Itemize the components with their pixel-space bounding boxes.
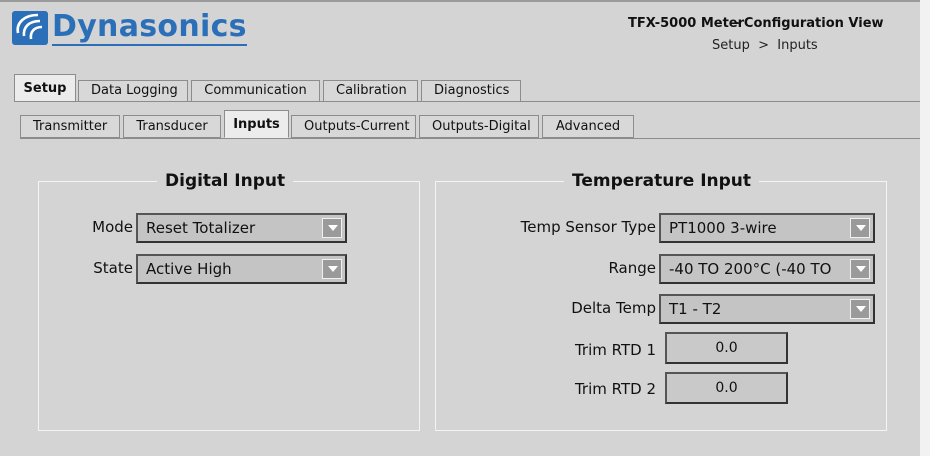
delta-temp-label: Delta Temp: [571, 299, 656, 317]
trim-rtd-2-label: Trim RTD 2: [574, 380, 656, 398]
tab-calibration[interactable]: Calibration: [323, 80, 418, 102]
tab-transducer[interactable]: Transducer: [123, 115, 221, 138]
tab-advanced[interactable]: Advanced: [542, 115, 634, 138]
chevron-down-icon[interactable]: [322, 259, 342, 279]
configuration-window: Dynasonics TFX-5000 Meter - Configuratio…: [0, 0, 930, 456]
tab-diagnostics[interactable]: Diagnostics: [421, 80, 521, 102]
sub-tab-bar: Transmitter Transducer Inputs Outputs-Cu…: [20, 110, 637, 138]
mode-dropdown[interactable]: Reset Totalizer: [136, 213, 347, 243]
wave-logo-icon: [12, 11, 48, 45]
tab-transmitter[interactable]: Transmitter: [20, 115, 120, 138]
delta-temp-value: T1 - T2: [669, 300, 722, 318]
mode-value: Reset Totalizer: [146, 219, 256, 237]
tab-data-logging[interactable]: Data Logging: [78, 80, 188, 102]
tab-inputs[interactable]: Inputs: [224, 110, 289, 138]
main-tab-divider: [14, 101, 920, 102]
trim-rtd-1-label: Trim RTD 1: [574, 341, 656, 359]
sub-tab-divider: [20, 138, 920, 139]
temperature-input-group: Temperature Input Temp Sensor Type PT100…: [435, 170, 887, 431]
temp-sensor-type-dropdown[interactable]: PT1000 3-wire: [659, 213, 875, 243]
mode-label: Mode: [92, 218, 133, 236]
main-tab-bar: Setup Data Logging Communication Calibra…: [14, 74, 524, 102]
window-top-border: [0, 0, 930, 2]
chevron-down-icon[interactable]: [322, 218, 342, 238]
chevron-down-icon[interactable]: [850, 218, 870, 238]
trim-rtd-1-input[interactable]: 0.0: [665, 332, 788, 364]
brand-name: Dynasonics: [52, 9, 247, 46]
breadcrumb: Setup > Inputs: [712, 38, 818, 53]
tab-outputs-digital[interactable]: Outputs-Digital: [419, 115, 539, 138]
tab-communication[interactable]: Communication: [191, 80, 320, 102]
temp-sensor-type-label: Temp Sensor Type: [520, 218, 656, 236]
state-label: State: [93, 259, 133, 277]
delta-temp-dropdown[interactable]: T1 - T2: [659, 294, 875, 324]
temperature-input-title: Temperature Input: [564, 170, 760, 192]
range-value: -40 TO 200°C (-40 TO: [669, 260, 832, 278]
range-dropdown[interactable]: -40 TO 200°C (-40 TO: [659, 254, 875, 284]
brand-logo: Dynasonics: [12, 10, 247, 46]
digital-input-title: Digital Input: [157, 170, 294, 192]
tab-outputs-current[interactable]: Outputs-Current: [291, 115, 416, 138]
trim-rtd-2-input[interactable]: 0.0: [665, 372, 788, 404]
meter-model: TFX-5000 Meter: [628, 16, 745, 31]
chevron-down-icon[interactable]: [850, 299, 870, 319]
digital-input-group: Digital Input Mode Reset Totalizer State…: [38, 170, 420, 431]
view-title: - Configuration View: [734, 16, 884, 31]
tab-setup[interactable]: Setup: [14, 74, 76, 102]
range-label: Range: [608, 259, 656, 277]
window-right-edge: [920, 0, 930, 456]
temp-sensor-type-value: PT1000 3-wire: [669, 219, 777, 237]
state-value: Active High: [146, 260, 232, 278]
chevron-down-icon[interactable]: [850, 259, 870, 279]
state-dropdown[interactable]: Active High: [136, 254, 347, 284]
